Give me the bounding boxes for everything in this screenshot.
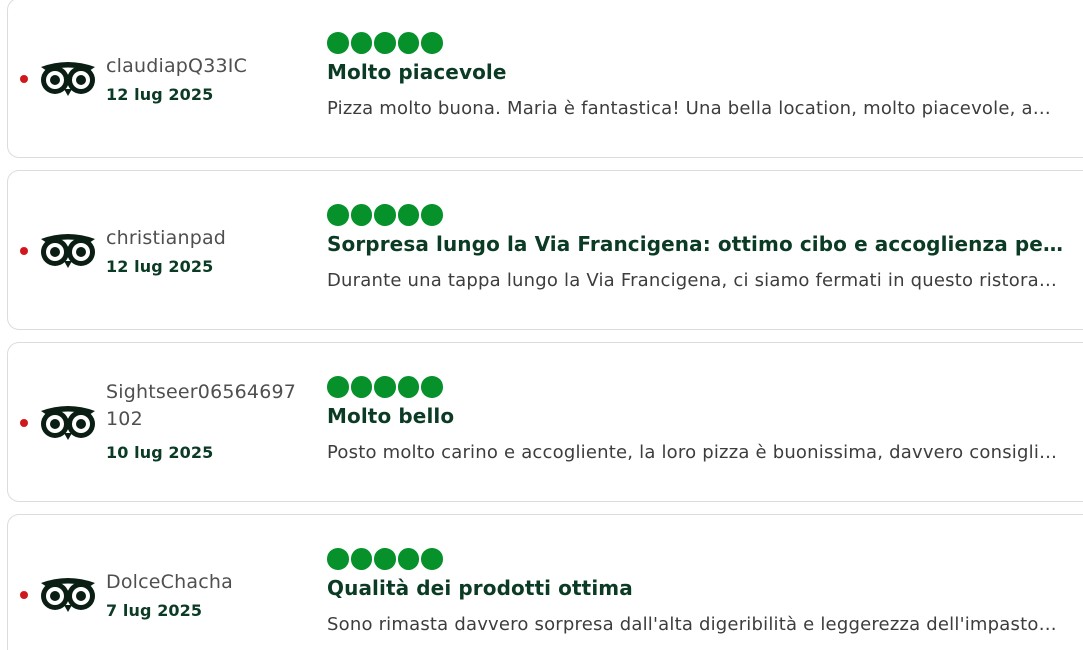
review-excerpt: Pizza molto buona. Maria è fantastica! U… [327, 98, 1059, 119]
rating-bubble-filled-icon [421, 548, 443, 570]
rating-bubbles [327, 376, 443, 398]
rating-bubble-filled-icon [327, 376, 349, 398]
review-username[interactable]: Sightseer06564697102 [106, 379, 301, 433]
review-date: 10 lug 2025 [106, 443, 214, 462]
rating-bubble-filled-icon [374, 32, 396, 54]
review-title[interactable]: Molto bello [327, 404, 1067, 428]
tripadvisor-owl-icon [41, 406, 95, 440]
rating-bubble-filled-icon [327, 548, 349, 570]
rating-bubble-filled-icon [374, 548, 396, 570]
review-excerpt: Sono rimasta davvero sorpresa dall'alta … [327, 614, 1059, 635]
source-indicator-dot [20, 75, 28, 83]
review-title[interactable]: Molto piacevole [327, 60, 1067, 84]
rating-bubble-filled-icon [397, 376, 419, 398]
review-username[interactable]: DolceChacha [106, 569, 301, 596]
rating-bubble-filled-icon [350, 376, 372, 398]
rating-bubbles [327, 548, 443, 570]
rating-bubble-filled-icon [397, 32, 419, 54]
review-card[interactable]: christianpad 12 lug 2025 Sorpresa lungo … [7, 170, 1083, 330]
review-title[interactable]: Sorpresa lungo la Via Francigena: ottimo… [327, 232, 1067, 256]
review-card[interactable]: Sightseer06564697102 10 lug 2025 Molto b… [7, 342, 1083, 502]
review-title[interactable]: Qualità dei prodotti ottima [327, 576, 1067, 600]
review-username[interactable]: claudiapQ33IC [106, 53, 301, 80]
rating-bubble-filled-icon [327, 32, 349, 54]
rating-bubble-filled-icon [350, 32, 372, 54]
review-username[interactable]: christianpad [106, 225, 301, 252]
rating-bubble-filled-icon [397, 548, 419, 570]
review-excerpt: Durante una tappa lungo la Via Francigen… [327, 270, 1059, 291]
rating-bubble-filled-icon [350, 204, 372, 226]
rating-bubble-filled-icon [421, 376, 443, 398]
review-date: 12 lug 2025 [106, 85, 214, 104]
tripadvisor-owl-icon [41, 234, 95, 268]
rating-bubbles [327, 32, 443, 54]
rating-bubble-filled-icon [327, 204, 349, 226]
source-indicator-dot [20, 419, 28, 427]
rating-bubbles [327, 204, 443, 226]
rating-bubble-filled-icon [421, 32, 443, 54]
source-indicator-dot [20, 591, 28, 599]
rating-bubble-filled-icon [421, 204, 443, 226]
source-indicator-dot [20, 247, 28, 255]
tripadvisor-owl-icon [41, 578, 95, 612]
rating-bubble-filled-icon [350, 548, 372, 570]
review-card[interactable]: DolceChacha 7 lug 2025 Qualità dei prodo… [7, 514, 1083, 650]
review-excerpt: Posto molto carino e accogliente, la lor… [327, 442, 1059, 463]
review-card[interactable]: claudiapQ33IC 12 lug 2025 Molto piacevol… [7, 0, 1083, 158]
review-date: 7 lug 2025 [106, 601, 203, 620]
review-date: 12 lug 2025 [106, 257, 214, 276]
tripadvisor-owl-icon [41, 62, 95, 96]
rating-bubble-filled-icon [374, 376, 396, 398]
rating-bubble-filled-icon [374, 204, 396, 226]
rating-bubble-filled-icon [397, 204, 419, 226]
reviews-list: claudiapQ33IC 12 lug 2025 Molto piacevol… [0, 0, 1083, 650]
